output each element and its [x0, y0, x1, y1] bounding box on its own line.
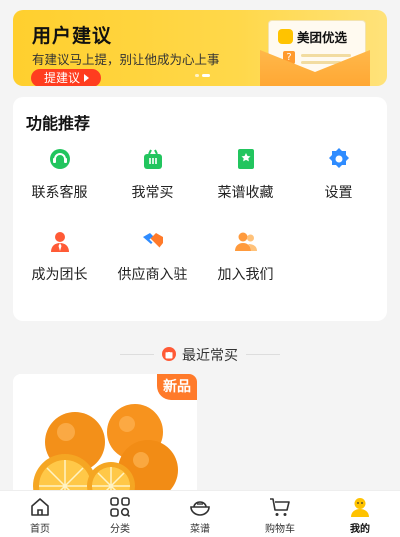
tab-label: 我的: [350, 524, 370, 535]
section-title: 功能推荐: [26, 114, 91, 133]
suggest-button-label: 提建议: [44, 71, 81, 85]
carousel-dot-active[interactable]: [202, 74, 210, 77]
profile-icon: [349, 496, 371, 518]
recent-title: 最近常买: [182, 348, 238, 364]
divider: [120, 354, 154, 355]
handshake-icon: [141, 229, 165, 253]
bag-icon: [162, 347, 176, 361]
feature-supplier-join[interactable]: 供应商入驻: [106, 229, 199, 284]
cart-icon: [269, 496, 291, 518]
banner-subtitle: 有建议马上提，别让他成为心上事: [32, 52, 220, 67]
brand-name: 美团优选: [297, 30, 348, 45]
shopping-basket-icon: [141, 147, 165, 171]
feature-join-us[interactable]: 加入我们: [199, 229, 292, 284]
carousel-dots: [195, 74, 210, 77]
tab-cart[interactable]: 购物车: [250, 491, 310, 535]
letter-line: [301, 61, 341, 64]
feature-recommend-card: 功能推荐 联系客服 我常买 菜谱收藏 设置 成为团长 供应商入驻 加入我们: [13, 97, 387, 321]
suggest-button[interactable]: 提建议: [31, 69, 102, 86]
carousel-dot[interactable]: [195, 74, 199, 77]
bottom-tab-bar: 首页 分类 菜谱 购物车 我的: [0, 490, 400, 537]
tab-mine[interactable]: 我的: [330, 491, 390, 535]
feature-label: 我常买: [131, 185, 174, 201]
suggestion-banner[interactable]: 用户建议 有建议马上提，别让他成为心上事 提建议 美团优选 ?: [13, 10, 387, 86]
meituan-logo-icon: [278, 29, 293, 44]
feature-label: 成为团长: [31, 267, 88, 283]
feature-label: 菜谱收藏: [217, 185, 274, 201]
divider: [246, 354, 280, 355]
feature-recipe-favorites[interactable]: 菜谱收藏: [199, 147, 292, 202]
new-badge: 新品: [157, 374, 197, 400]
tab-category[interactable]: 分类: [90, 491, 150, 535]
feature-label: 联系客服: [31, 185, 88, 201]
recipe-bowl-icon: [189, 496, 211, 518]
recipe-book-icon: [234, 147, 258, 171]
tab-home[interactable]: 首页: [10, 491, 70, 535]
feature-label: 供应商入驻: [117, 267, 188, 283]
feature-become-leader[interactable]: 成为团长: [13, 229, 106, 284]
recent-header: 最近常买: [0, 344, 400, 364]
arrow-right-icon: [84, 74, 90, 82]
leader-icon: [48, 229, 72, 253]
feature-label: 加入我们: [217, 267, 274, 283]
envelope-illustration: 美团优选 ?: [260, 20, 370, 86]
feature-label: 设置: [324, 185, 353, 201]
banner-title: 用户建议: [32, 25, 113, 47]
product-card[interactable]: 新品: [13, 374, 197, 494]
letter-line: [301, 54, 351, 57]
gear-icon: [327, 147, 351, 171]
feature-frequent-buy[interactable]: 我常买: [106, 147, 199, 202]
tab-label: 购物车: [265, 524, 295, 535]
tab-label: 菜谱: [190, 524, 210, 535]
team-icon: [234, 229, 258, 253]
tab-recipe[interactable]: 菜谱: [170, 491, 230, 535]
tab-label: 首页: [30, 524, 50, 535]
feature-settings[interactable]: 设置: [292, 147, 385, 202]
category-icon: [109, 496, 131, 518]
feature-contact-service[interactable]: 联系客服: [13, 147, 106, 202]
home-icon: [29, 496, 51, 518]
customer-service-icon: [48, 147, 72, 171]
tab-label: 分类: [110, 524, 130, 535]
